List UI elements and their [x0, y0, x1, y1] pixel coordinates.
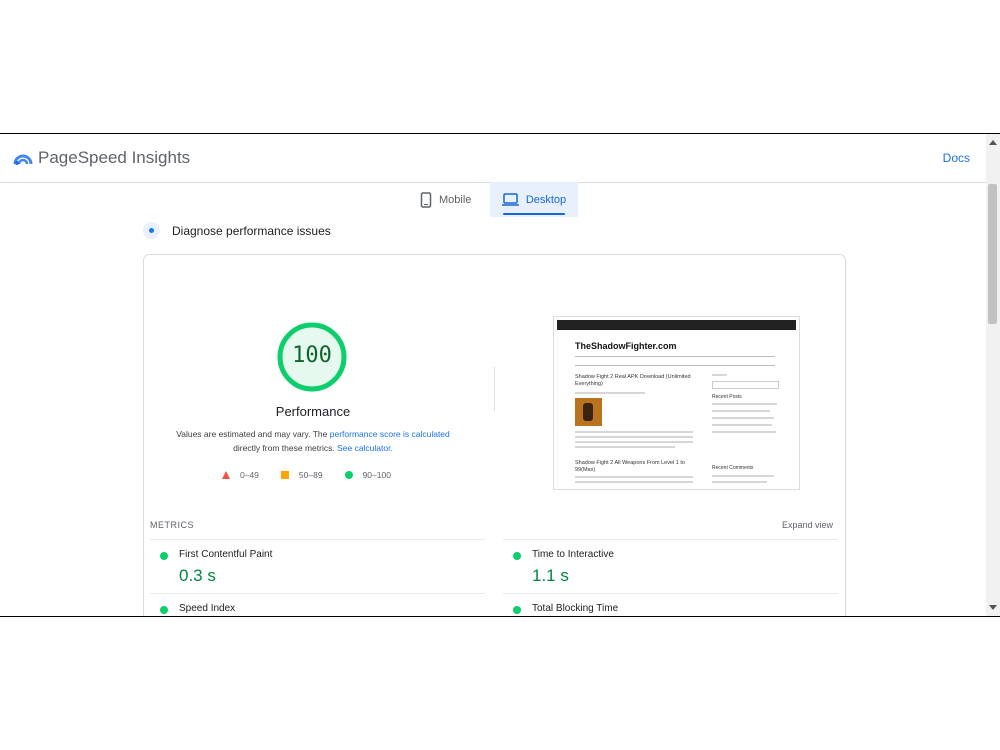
metric-name: Speed Index	[179, 603, 236, 614]
score-calculated-link[interactable]: performance score is calculated	[330, 429, 450, 439]
expand-view-button[interactable]: Expand view	[782, 520, 833, 530]
legend-item-average: 50–89	[280, 470, 323, 480]
screenshot-text-line	[575, 441, 693, 443]
screenshot-text-line	[712, 410, 770, 412]
screenshot-text-line	[575, 481, 693, 483]
metric-name: Time to Interactive	[532, 549, 614, 560]
screenshot-text-line	[712, 424, 772, 426]
screenshot-search-box	[712, 381, 779, 389]
pass-circle-icon	[513, 606, 521, 614]
vertical-divider	[494, 367, 495, 411]
legend-item-pass: 90–100	[344, 470, 391, 480]
screenshot-rule	[575, 365, 775, 366]
screenshot-text-line	[712, 481, 767, 483]
page-screenshot: TheShadowFighter.com Shadow Fight 2 Real…	[553, 316, 800, 490]
see-calculator-link[interactable]: See calculator.	[337, 443, 393, 453]
performance-title: Performance	[275, 404, 351, 419]
tab-desktop[interactable]: Desktop	[490, 182, 578, 217]
scroll-down-icon[interactable]	[989, 605, 997, 610]
scroll-thumb[interactable]	[988, 184, 997, 324]
metric-divider	[150, 539, 485, 540]
screenshot-post1-title: Shadow Fight 2 Real APK Download (Unlimi…	[575, 374, 691, 387]
metric-divider	[150, 593, 485, 594]
diagnose-title: Diagnose performance issues	[172, 223, 331, 238]
pass-circle-icon	[160, 606, 168, 614]
scroll-up-icon[interactable]	[989, 140, 997, 145]
vertical-scrollbar[interactable]	[986, 134, 1000, 616]
score-legend: 0–49 50–89 90–100	[222, 470, 413, 480]
metric-value: 1.1 s	[532, 566, 569, 585]
legend-label: 50–89	[298, 470, 323, 480]
note-prefix: Values are estimated and may vary. The	[176, 429, 330, 439]
screenshot-text-line	[712, 403, 777, 405]
screenshot-rule	[575, 356, 775, 357]
screenshot-post2-title: Shadow Fight 2 All Weapons From Level 1 …	[575, 460, 685, 473]
metric-divider	[503, 539, 838, 540]
tab-mobile-label: Mobile	[439, 193, 472, 206]
metric-value: 0.3 s	[179, 566, 216, 585]
legend-label: 0–49	[240, 470, 259, 480]
laptop-icon	[501, 193, 519, 206]
metrics-label: METRICS	[150, 520, 194, 530]
pass-circle-icon	[513, 552, 521, 560]
metric-divider	[503, 593, 838, 594]
metric-name: First Contentful Paint	[179, 549, 273, 560]
square-icon	[280, 471, 289, 479]
docs-link[interactable]: Docs	[943, 151, 970, 165]
screenshot-recent-comments: Recent Comments	[712, 465, 754, 471]
diagnose-icon	[143, 222, 160, 239]
top-header: PageSpeed Insights Docs	[0, 134, 986, 183]
pagespeed-logo-icon	[13, 154, 33, 165]
legend-label: 90–100	[362, 470, 391, 480]
screenshot-text-line	[712, 417, 774, 419]
screenshot-navbar	[557, 320, 796, 330]
phone-icon	[420, 191, 432, 208]
screenshot-text-line	[575, 446, 675, 448]
browser-viewport: PageSpeed Insights Docs Mobile Desktop D…	[0, 133, 1000, 617]
diagnose-section-header: Diagnose performance issues	[143, 222, 331, 239]
performance-card: 100 Performance Values are estimated and…	[143, 254, 846, 616]
screenshot-text-line	[575, 436, 693, 438]
pass-circle-icon	[160, 552, 168, 560]
performance-note: Values are estimated and may vary. The p…	[162, 427, 464, 455]
metric-name: Total Blocking Time	[532, 603, 619, 614]
brand-title[interactable]: PageSpeed Insights	[38, 148, 190, 168]
note-middle: directly from these metrics.	[233, 443, 338, 453]
tab-desktop-label: Desktop	[525, 193, 567, 206]
screenshot-text-line	[575, 431, 693, 433]
screenshot-text-line	[575, 476, 693, 478]
screenshot-text-line	[712, 374, 727, 376]
legend-item-fail: 0–49	[222, 470, 259, 480]
screenshot-text-line	[575, 392, 645, 394]
screenshot-post-image	[575, 398, 602, 426]
screenshot-site-title: TheShadowFighter.com	[575, 341, 677, 351]
screenshot-text-line	[712, 475, 774, 477]
screenshot-text-line	[712, 431, 776, 433]
tab-mobile[interactable]: Mobile	[420, 182, 490, 217]
circle-icon	[344, 471, 353, 479]
triangle-icon	[222, 471, 230, 479]
performance-score: 100	[292, 343, 332, 368]
screenshot-recent-posts: Recent Posts	[712, 394, 742, 400]
